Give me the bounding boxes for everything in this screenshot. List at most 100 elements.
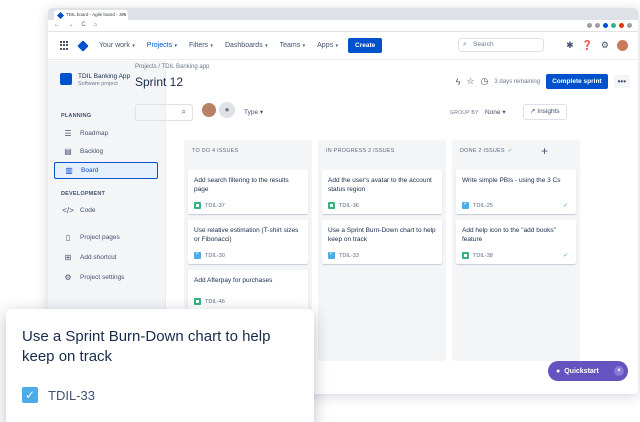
done-check-icon: ✓: [507, 148, 513, 154]
group-by-select[interactable]: None ▾: [485, 108, 506, 116]
extension-icon[interactable]: [619, 23, 624, 28]
breadcrumb[interactable]: Projects / TDIL Banking app: [135, 64, 209, 70]
sidebar-item-label: Board: [81, 167, 99, 174]
quickstart-close-icon[interactable]: ×: [614, 366, 624, 376]
column-heading: IN PROGRESS 2 ISSUES: [326, 148, 395, 154]
more-actions-button[interactable]: •••: [613, 75, 630, 88]
task-icon: [328, 250, 335, 259]
chevron-down-icon: ▾: [334, 43, 339, 49]
column-heading: DONE 2 ISSUES ✓: [460, 148, 513, 154]
issue-card[interactable]: Add help icon to the "add books" feature…: [456, 220, 576, 264]
unassigned-avatar-icon[interactable]: ●: [219, 102, 235, 118]
create-button[interactable]: Create: [348, 38, 383, 53]
zoomed-issue-title: Use a Sprint Burn-Down chart to help kee…: [22, 328, 271, 365]
chevron-down-icon: ▾: [301, 43, 306, 49]
issue-title: Use relative estimation (T-shirt sizes o…: [194, 227, 299, 243]
tab-close-icon[interactable]: ×: [122, 10, 125, 20]
jira-top-nav: Your work ▾ Projects ▾ Filters ▾ Dashboa…: [48, 32, 638, 60]
extension-icon[interactable]: [587, 23, 592, 28]
complete-sprint-button[interactable]: Complete sprint: [546, 74, 608, 89]
type-filter-dropdown[interactable]: Type ▾: [244, 108, 263, 116]
issue-key: TDIL-38: [473, 252, 493, 259]
planning-heading: PLANNING: [61, 113, 92, 119]
issue-card[interactable]: Add Afterpay for purchases TDIL-46: [188, 270, 308, 310]
browser-urlbar: ← → C ⌂: [48, 20, 638, 32]
jira-logo-icon[interactable]: [77, 39, 89, 52]
zoomed-issue-card[interactable]: Use a Sprint Burn-Down chart to help kee…: [6, 309, 314, 422]
sidebar-item-roadmap[interactable]: ☰ Roadmap: [54, 125, 158, 142]
nav-projects[interactable]: Projects ▾: [147, 42, 177, 49]
browser-tab[interactable]: TDIL board - Agile board - Jira ×: [54, 10, 128, 20]
extension-icon[interactable]: [595, 23, 600, 28]
resolved-check-icon: ✓: [562, 253, 568, 259]
nav-dashboards[interactable]: Dashboards ▾: [225, 42, 268, 49]
quickstart-button[interactable]: ● Quickstart ×: [548, 361, 628, 381]
assignee-avatar[interactable]: [201, 102, 217, 118]
sidebar-item-label: Add shortcut: [80, 254, 117, 261]
issue-card[interactable]: Write simple PBIs - using the 3 Cs TDIL-…: [456, 170, 576, 214]
nav-filters[interactable]: Filters ▾: [189, 42, 213, 49]
issue-title: Use a Sprint Burn-Down chart to help kee…: [328, 227, 436, 243]
extension-icon[interactable]: [611, 23, 616, 28]
jira-favicon-icon: [56, 11, 65, 20]
help-icon[interactable]: ❓: [582, 40, 593, 51]
sidebar-item-board[interactable]: ▥ Board: [54, 162, 158, 179]
quickstart-label: Quickstart: [564, 367, 599, 375]
zoomed-issue-footer: ✓ TDIL-33: [22, 387, 95, 403]
clock-icon: ◷: [480, 76, 489, 86]
user-avatar[interactable]: [617, 40, 628, 51]
search-placeholder: Search: [473, 41, 494, 48]
lightbulb-icon: ●: [556, 367, 561, 375]
sidebar-item-project-pages[interactable]: ▯ Project pages: [54, 229, 158, 246]
sidebar-item-code[interactable]: </> Code: [54, 202, 158, 219]
story-icon: [194, 202, 201, 209]
issue-card[interactable]: Add search filtering to the results page…: [188, 170, 308, 214]
board-search-input[interactable]: ⌕: [135, 104, 193, 121]
sidebar-item-backlog[interactable]: ▤ Backlog: [54, 143, 158, 160]
code-icon: </>: [62, 206, 74, 215]
app-switcher-icon[interactable]: [60, 41, 69, 50]
star-icon[interactable]: ☆: [466, 76, 474, 87]
issue-key: TDIL-37: [205, 202, 225, 209]
nav-teams[interactable]: Teams ▾: [280, 42, 306, 49]
issue-key: TDIL-25: [473, 202, 493, 209]
project-header[interactable]: TDIL Banking App Software project: [60, 73, 130, 87]
settings-gear-icon[interactable]: ⚙: [601, 40, 609, 51]
task-icon: [462, 200, 469, 209]
sidebar-item-label: Project settings: [80, 274, 125, 281]
issue-card[interactable]: Use relative estimation (T-shirt sizes o…: [188, 220, 308, 264]
chevron-down-icon: ▾: [263, 43, 268, 49]
sidebar-item-label: Project pages: [80, 234, 120, 241]
chevron-down-icon: ▾: [130, 43, 135, 49]
project-name: TDIL Banking App: [78, 73, 131, 80]
add-column-plus-icon[interactable]: +: [541, 144, 548, 158]
issue-title: Add help icon to the "add books" feature: [462, 227, 556, 243]
page-title: Sprint 12: [135, 75, 184, 89]
browser-nav-controls[interactable]: ← → C ⌂: [54, 22, 100, 28]
project-type: Software project: [78, 81, 118, 87]
extension-icon[interactable]: [627, 23, 632, 28]
task-icon: [194, 250, 201, 259]
browser-tabbar: TDIL board - Agile board - Jira ×: [48, 8, 638, 20]
sidebar-item-add-shortcut[interactable]: ⊞ Add shortcut: [54, 249, 158, 266]
search-icon: ⌕: [463, 41, 467, 48]
issue-card[interactable]: Use a Sprint Burn-Down chart to help kee…: [322, 220, 442, 264]
lightning-icon[interactable]: ϟ: [456, 77, 461, 87]
issue-title: Write simple PBIs - using the 3 Cs: [462, 177, 561, 184]
search-input[interactable]: ⌕ Search: [458, 38, 544, 52]
settings-gear-icon: ⚙: [64, 273, 72, 282]
sidebar-item-label: Backlog: [80, 148, 104, 155]
nav-your-work[interactable]: Your work ▾: [99, 42, 135, 49]
issue-key: TDIL-46: [205, 298, 225, 305]
issue-card[interactable]: Add the user's avatar to the account sta…: [322, 170, 442, 214]
insights-button[interactable]: ↗ Insights: [523, 104, 567, 120]
sidebar-item-project-settings[interactable]: ⚙ Project settings: [54, 269, 158, 286]
roadmap-icon: ☰: [64, 129, 72, 138]
sprint-header-actions: ϟ ☆ ◷ 3 days remaining Complete sprint •…: [456, 74, 630, 89]
sidebar-item-label: Code: [80, 207, 96, 214]
extension-icon[interactable]: [603, 23, 608, 28]
issue-title: Add search filtering to the results page: [194, 177, 289, 193]
nav-apps[interactable]: Apps ▾: [317, 42, 338, 49]
search-icon: ⌕: [181, 107, 186, 116]
notifications-icon[interactable]: ✱: [566, 40, 574, 51]
